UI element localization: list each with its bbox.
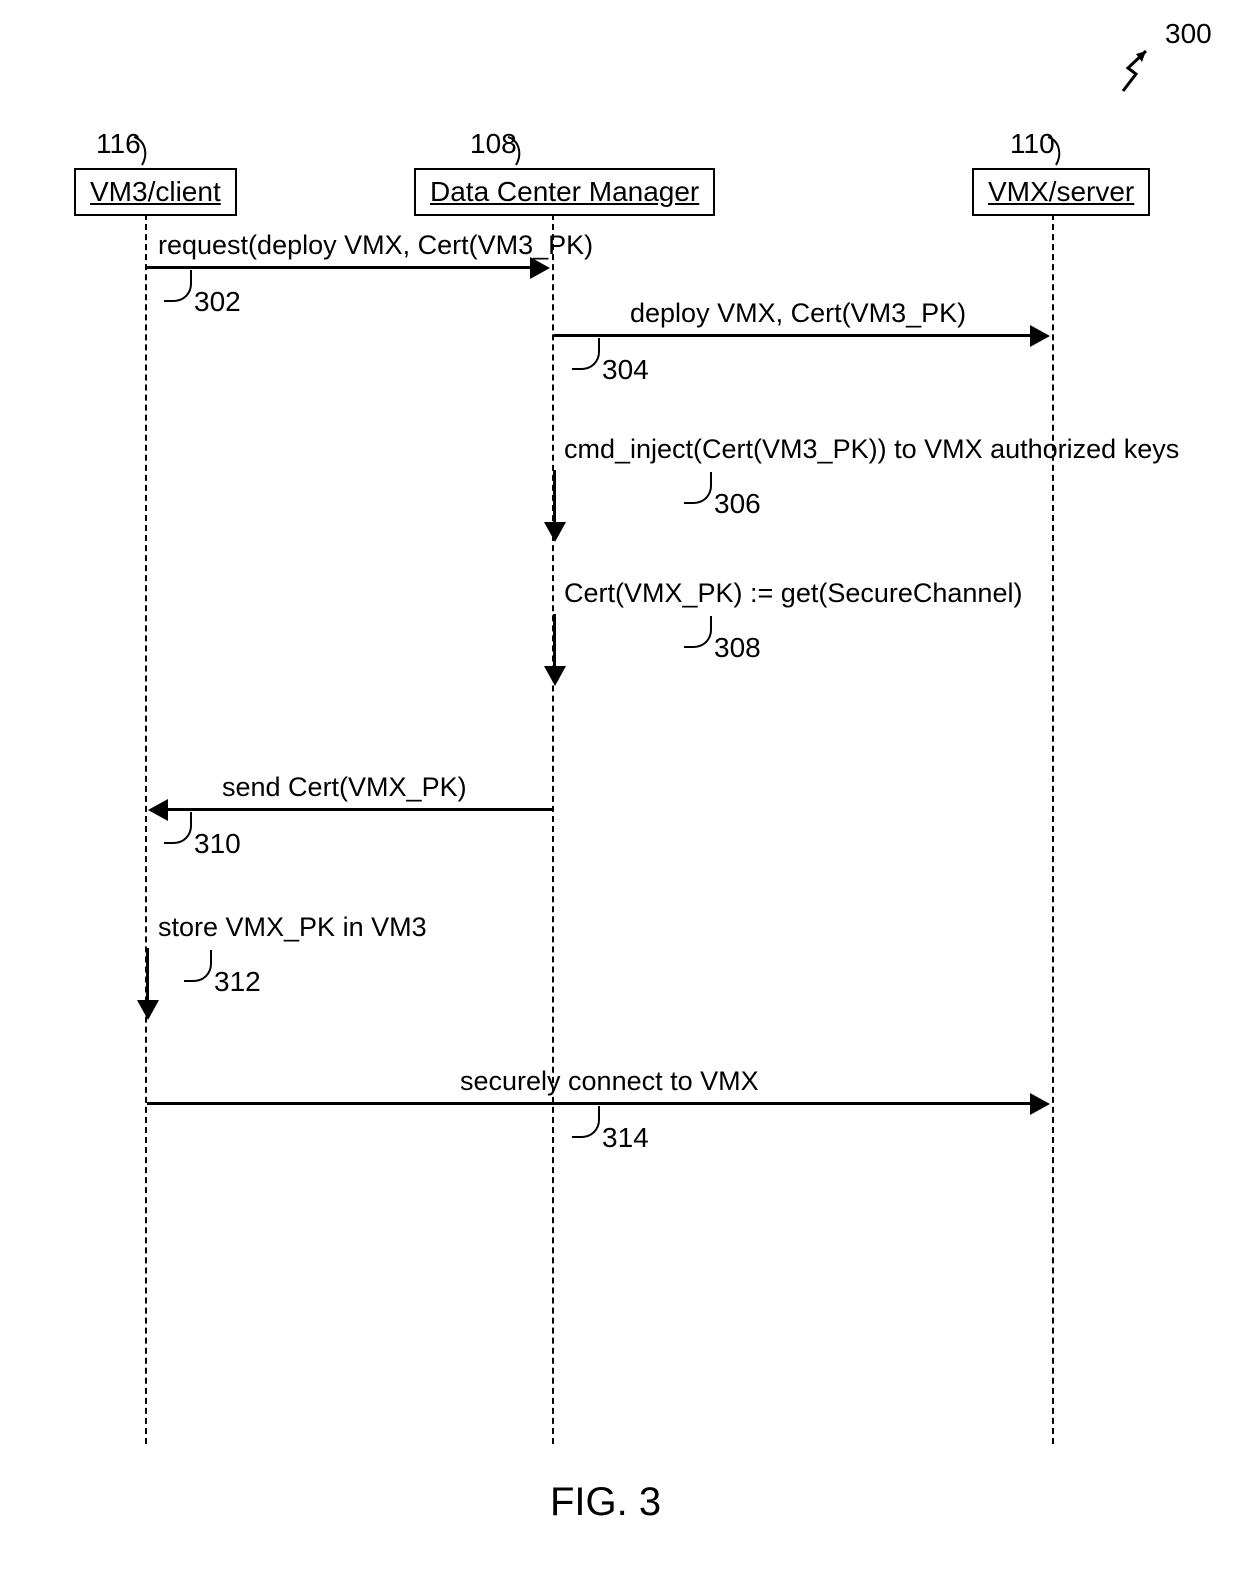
lifeline-vmx (1052, 214, 1054, 1444)
msg-308-num: 308 (714, 632, 761, 664)
sequence-diagram: 300 116 VM3/client 108 Data Center Manag… (0, 0, 1240, 1590)
leader-icon (1046, 135, 1082, 169)
arrowhead-icon (544, 522, 566, 542)
msg-306-tick (684, 472, 712, 504)
msg-306-label: cmd_inject(Cert(VM3_PK)) to VMX authoriz… (564, 434, 1179, 465)
msg-306-num: 306 (714, 488, 761, 520)
arrowhead-icon (544, 666, 566, 686)
msg-308-label: Cert(VMX_PK) := get(SecureChannel) (564, 578, 1022, 609)
msg-312-label: store VMX_PK in VM3 (158, 912, 427, 943)
actor-vm3: VM3/client (74, 168, 237, 216)
arrowhead-icon (137, 1000, 159, 1020)
arrowhead-icon (530, 257, 550, 279)
msg-302-tick (164, 270, 192, 302)
figure-label: FIG. 3 (550, 1480, 661, 1525)
lifeline-vm3 (145, 214, 147, 1444)
msg-312-num: 312 (214, 966, 261, 998)
msg-304-tick (572, 338, 600, 370)
msg-306-stem (553, 470, 556, 530)
msg-302-arrow (147, 266, 539, 269)
msg-304-label: deploy VMX, Cert(VM3_PK) (630, 298, 966, 329)
leader-icon (506, 135, 542, 169)
msg-308-tick (684, 616, 712, 648)
arrowhead-icon (1030, 325, 1050, 347)
arrowhead-icon (1030, 1093, 1050, 1115)
msg-310-label: send Cert(VMX_PK) (222, 772, 467, 803)
actor-dcm: Data Center Manager (414, 168, 715, 216)
actor-vmx: VMX/server (972, 168, 1150, 216)
msg-312-tick (184, 950, 212, 982)
msg-314-num: 314 (602, 1122, 649, 1154)
msg-310-tick (164, 812, 192, 844)
msg-308-stem (553, 614, 556, 674)
msg-310-arrow (166, 808, 552, 811)
msg-314-tick (572, 1106, 600, 1138)
msg-314-label: securely connect to VMX (460, 1066, 759, 1097)
msg-310-num: 310 (194, 828, 241, 860)
msg-304-arrow (554, 334, 1038, 337)
msg-302-num: 302 (194, 286, 241, 318)
zigzag-icon (1118, 46, 1178, 96)
msg-304-num: 304 (602, 354, 649, 386)
msg-312-stem (146, 948, 149, 1008)
leader-icon (132, 135, 168, 169)
msg-314-arrow (147, 1102, 1035, 1105)
msg-302-label: request(deploy VMX, Cert(VM3_PK) (158, 230, 593, 261)
lifeline-dcm (552, 214, 554, 1444)
